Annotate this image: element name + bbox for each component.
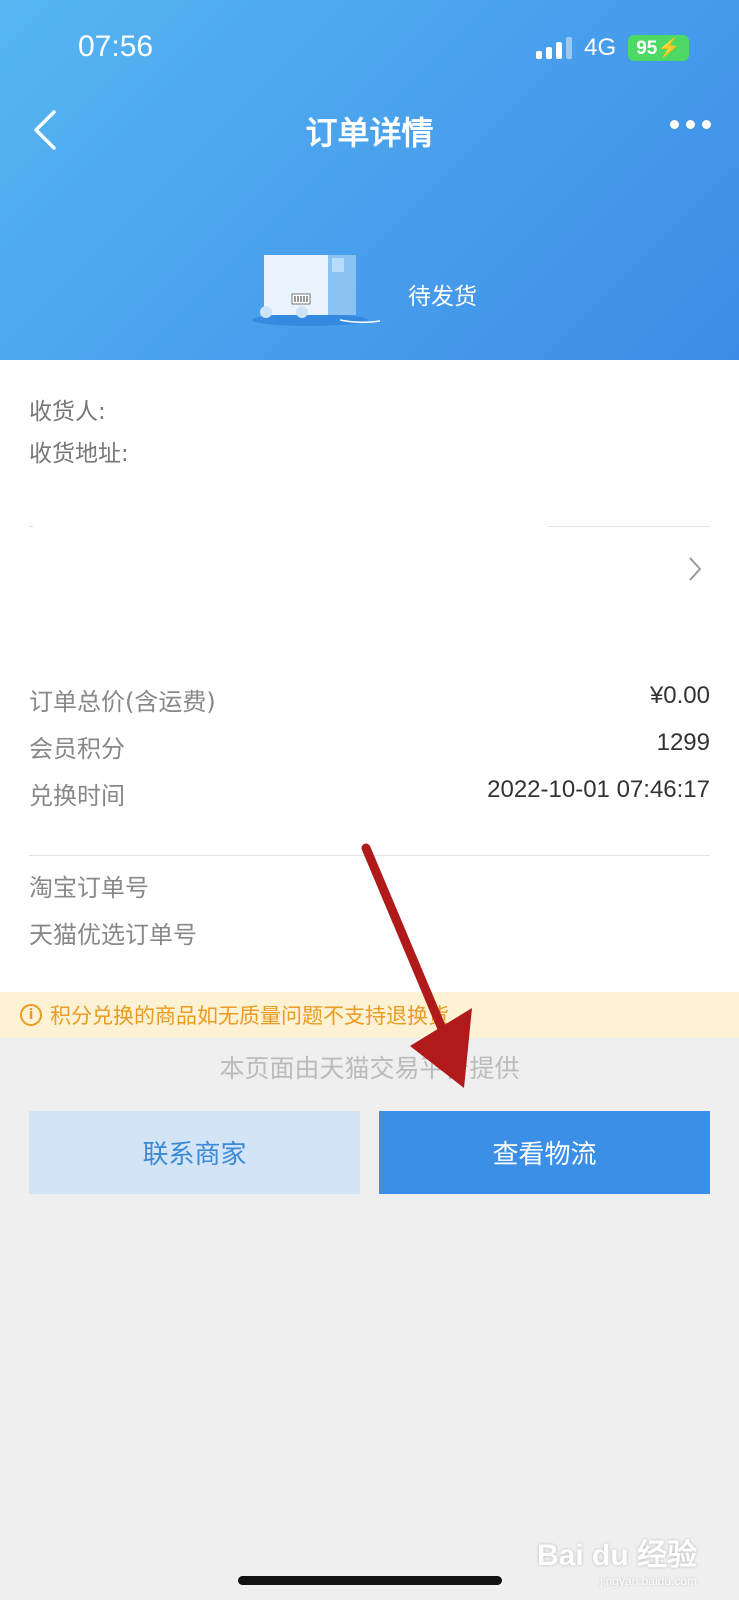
info-icon: i xyxy=(20,1004,42,1026)
header: 07:56 4G 95⚡ 订单详情 待发货 xyxy=(0,0,739,360)
taobao-order-label: 淘宝订单号 xyxy=(29,874,149,902)
points-value: 1299 xyxy=(656,729,710,756)
notice-banner: i 积分兑换的商品如无质量问题不支持退换货 xyxy=(0,992,739,1038)
contact-seller-button[interactable]: 联系商家 xyxy=(29,1111,360,1194)
order-info-card: 收货人: 收货地址: 订单总价(含运费) ¥0.00 会员积分 1299 兑换时… xyxy=(0,360,739,992)
status-indicators: 4G 95⚡ xyxy=(536,34,689,62)
network-type: 4G xyxy=(584,34,617,61)
total-price-value: ¥0.00 xyxy=(649,682,710,709)
more-options-icon[interactable] xyxy=(670,120,711,129)
divider xyxy=(29,526,33,527)
exchange-time-label: 兑换时间 xyxy=(29,782,125,810)
divider xyxy=(548,526,710,527)
view-logistics-button[interactable]: 查看物流 xyxy=(379,1111,710,1194)
watermark-logo: Bai du 经验 jingyan.baidu.com xyxy=(537,1530,697,1588)
notice-text: 积分兑换的商品如无质量问题不支持退换货 xyxy=(50,1004,449,1028)
watermark-sub: jingyan.baidu.com xyxy=(600,1574,697,1588)
total-price-label: 订单总价(含运费) xyxy=(29,688,216,716)
watermark-text: Bai du 经验 xyxy=(536,1539,697,1572)
exchange-time-value: 2022-10-01 07:46:17 xyxy=(487,776,710,803)
parcel-icon xyxy=(252,255,381,326)
divider xyxy=(29,855,710,856)
battery-icon: 95⚡ xyxy=(628,35,689,61)
tmall-order-label: 天猫优选订单号 xyxy=(29,921,197,949)
battery-level: 95 xyxy=(636,38,658,59)
home-indicator[interactable] xyxy=(238,1576,502,1585)
address-label: 收货地址: xyxy=(29,441,129,467)
page-title: 订单详情 xyxy=(305,114,434,152)
order-status: 待发货 xyxy=(408,284,477,310)
points-label: 会员积分 xyxy=(29,735,125,763)
chevron-right-icon xyxy=(689,557,702,581)
signal-icon xyxy=(536,37,573,59)
receiver-label: 收货人: xyxy=(29,399,106,425)
footer-note: 本页面由天猫交易平台提供 xyxy=(219,1054,520,1083)
product-row[interactable] xyxy=(0,528,739,648)
status-time: 07:56 xyxy=(78,30,154,63)
